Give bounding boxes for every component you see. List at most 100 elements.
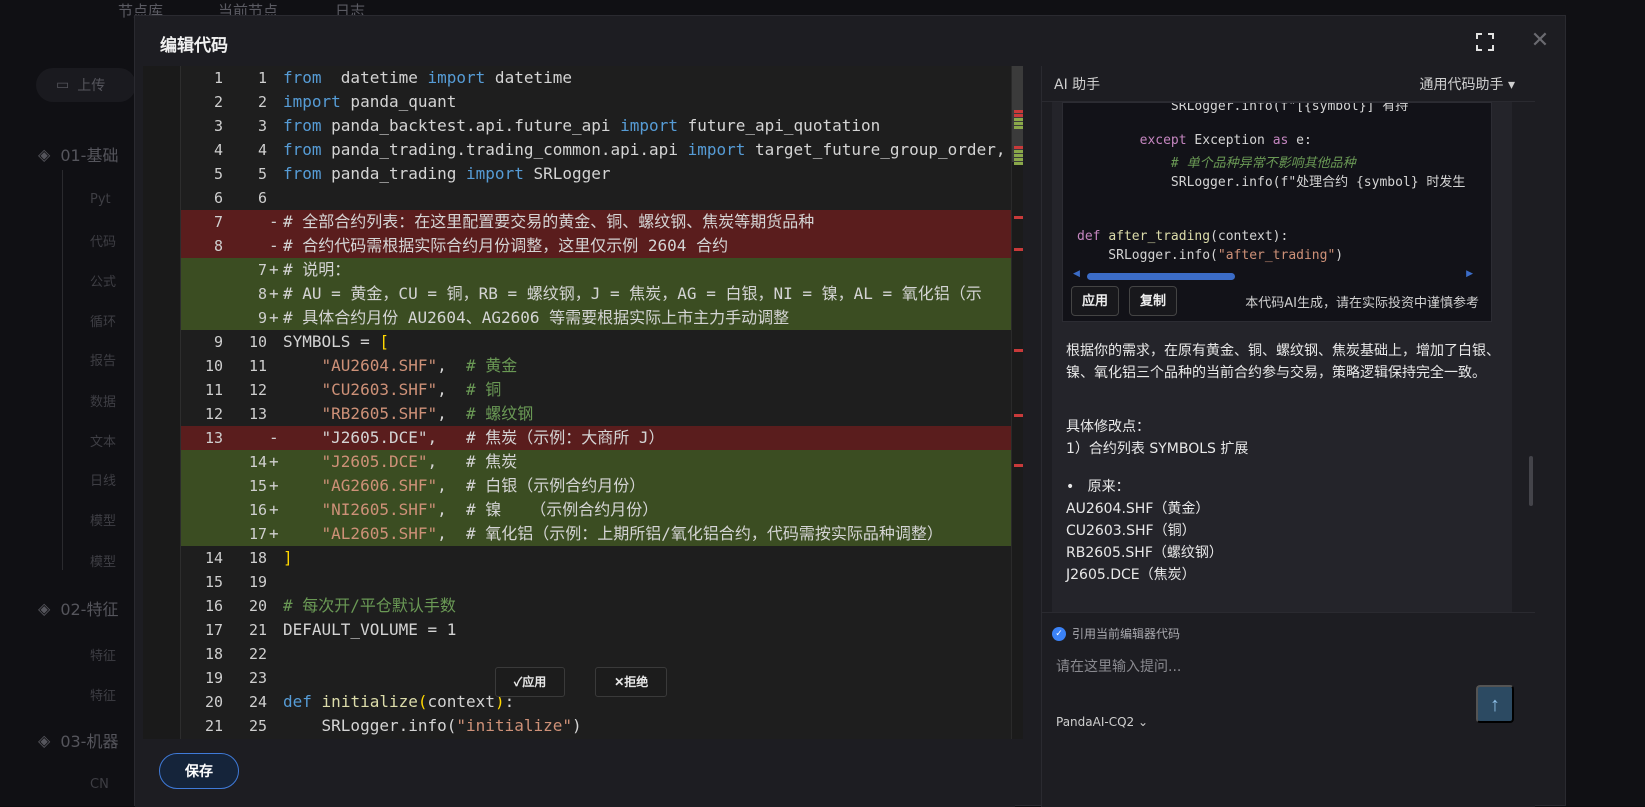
code-editor[interactable]: 1 1 from datetime import datetime 2 2 import … [143, 66, 1023, 739]
code-token: datetime [321, 68, 428, 87]
code-token: # 氧化铝（示例：上期所铝/氧化铝合约，代码需按实际品种调整） [466, 524, 943, 543]
code-line[interactable]: 21 25 SRLogger.info("initialize") [181, 714, 1011, 738]
code-token: import [283, 92, 341, 111]
code-line-added[interactable]: 7 + # 说明： [181, 258, 1011, 282]
snippet-token: e: [1288, 133, 1312, 148]
code-token: [ [379, 332, 389, 351]
code-line[interactable]: 12 13 "RB2605.SHF", # 螺纹钢 [181, 402, 1011, 426]
close-icon[interactable]: ✕ [1529, 30, 1551, 52]
minimap-diff-mark [1014, 162, 1023, 165]
snippet-apply-button[interactable]: 应用 [1071, 286, 1120, 316]
code-text: def initialize(context): [283, 690, 514, 714]
scroll-thumb[interactable] [1087, 273, 1235, 280]
code-token: from [283, 116, 322, 135]
code-line[interactable]: 15 19 [181, 570, 1011, 594]
fullscreen-icon[interactable] [1475, 32, 1495, 52]
code-token: def [283, 692, 312, 711]
ai-response-paragraph: 根据你的需求，在原有黄金、铜、螺纹钢、焦炭基础上，增加了白银、镍、氧化铝三个品种… [1066, 343, 1500, 381]
code-line[interactable]: 11 12 "CU2603.SHF", # 铜 [181, 378, 1011, 402]
code-line-added[interactable]: 9 + # 具体合约月份 AU2604、AG2606 等需要根据实际上市主力手动调整 [181, 306, 1011, 330]
diff-reject-button[interactable]: ✕拒绝 [595, 667, 668, 697]
line-number-modified: 24 [248, 693, 267, 711]
code-line[interactable]: 1 1 from datetime import datetime [181, 66, 1011, 90]
bg-leaf: 代码 [90, 235, 117, 250]
reference-editor-toggle[interactable]: ✓ 引用当前编辑器代码 [1052, 625, 1180, 642]
snippet-token: "after_trading" [1217, 248, 1336, 263]
minimap-diff-mark [1014, 118, 1023, 121]
code-text: SYMBOLS = [ [283, 330, 389, 354]
code-line[interactable]: 4 4 from panda_trading.trading_common.api.… [181, 138, 1023, 162]
code-token: SYMBOLS = [283, 332, 380, 351]
code-token: context [427, 692, 495, 711]
scroll-right-icon[interactable]: ▶ [1466, 269, 1473, 279]
code-line-added[interactable]: 8 + # AU = 黄金，CU = 铜，RB = 螺纹钢，J = 焦炭，AG = … [181, 282, 1011, 306]
code-line[interactable]: 9 10 SYMBOLS = [ [181, 330, 1011, 354]
line-number-original: 15 [204, 573, 223, 591]
code-token: # 合约代码需根据实际合约月份调整，这里仅示例 2604 合约 [283, 236, 729, 255]
bg-leaf: 循环 [90, 315, 117, 330]
minimap-diff-mark [1014, 349, 1023, 352]
line-number-original: 16 [204, 597, 223, 615]
code-token: "NI2605.SHF" [321, 500, 438, 519]
ai-assistant-panel: AI 助手 通用代码助手 ▾ SRLogger.info(f"[{symbol}… [1041, 66, 1535, 807]
code-token: SRLogger.info( [283, 716, 457, 735]
save-button[interactable]: 保存 [159, 753, 239, 789]
ai-original-item: J2605.DCE（焦炭） [1066, 567, 1196, 583]
code-token: datetime [485, 68, 572, 87]
editor-minimap[interactable] [1011, 66, 1023, 739]
snippet-horizontal-scrollbar[interactable]: ◀ ▶ [1073, 269, 1473, 281]
folder-icon: ▭ [56, 77, 70, 93]
line-number-modified: 17 [248, 525, 267, 543]
line-number-original: 21 [204, 717, 223, 735]
code-line[interactable]: 14 18] [181, 546, 1011, 570]
code-line[interactable]: 17 21 DEFAULT_VOLUME = 1 [181, 618, 1011, 642]
code-token: , [437, 524, 467, 543]
code-line[interactable]: 18 22 [181, 642, 1011, 666]
diff-sign: + [269, 260, 279, 279]
send-button[interactable]: ↑ [1476, 685, 1514, 723]
code-line-deleted[interactable]: 8 - # 合约代码需根据实际合约月份调整，这里仅示例 2604 合约 [181, 234, 1011, 258]
diff-sign: + [269, 308, 279, 327]
minimap-diff-mark [1014, 154, 1023, 157]
code-text: DEFAULT_VOLUME = 1 [283, 618, 456, 642]
code-line-deleted[interactable]: 7 - # 全部合约列表：在这里配置要交易的黄金、铜、螺纹钢、焦炭等期货品种 [181, 210, 1011, 234]
line-number-modified: 5 [257, 165, 267, 183]
code-line-added[interactable]: 14 + "J2605.DCE", # 焦炭 [181, 450, 1011, 474]
bg-group-3: ◈ 03-机器 [38, 730, 119, 752]
code-line-added[interactable]: 15 + "AG2606.SHF", # 白银（示例合约月份） [181, 474, 1011, 498]
diff-sign: + [269, 476, 279, 495]
code-line[interactable]: 2 2 import panda_quant [181, 90, 1011, 114]
snippet-token: SRLogger.info(f"处理合约 {symbol} 时发生 [1077, 175, 1466, 190]
ai-conversation[interactable]: SRLogger.info(f"[{symbol}] 有持 except Exc… [1052, 102, 1512, 612]
code-line-deleted[interactable]: 13 - "J2605.DCE", # 焦炭（示例：大商所 J） [181, 426, 1011, 450]
bg-leaf: 公式 [90, 275, 117, 290]
code-token: ] [283, 548, 293, 567]
model-select[interactable]: PandaAI-CQ2 ⌄ [1056, 715, 1148, 729]
snippet-actions: 应用 复制 本代码AI生成，请在实际投资中谨慎参考 [1063, 281, 1491, 321]
code-text: "AG2606.SHF", # 白银（示例合约月份） [283, 474, 646, 498]
code-text: from panda_trading.trading_common.api.ap… [283, 138, 1023, 162]
snippet-token: except [1139, 133, 1187, 148]
minimap-diff-mark [1014, 122, 1023, 125]
diff-apply-button[interactable]: ✓应用 [495, 667, 566, 697]
ai-panel-scrollbar[interactable] [1529, 456, 1533, 506]
scroll-left-icon[interactable]: ◀ [1073, 269, 1080, 279]
ai-mode-dropdown[interactable]: 通用代码助手 ▾ [1420, 74, 1515, 94]
code-line-added[interactable]: 16 + "NI2605.SHF", # 镍 （示例合约月份） [181, 498, 1011, 522]
line-number-original: 13 [204, 429, 223, 447]
minimap-diff-mark [1014, 126, 1023, 129]
code-line[interactable]: 5 5 from panda_trading import SRLogger [181, 162, 1011, 186]
line-number-modified: 25 [248, 717, 267, 735]
code-line[interactable]: 16 20 # 每次开/平仓默认手数 [181, 594, 1011, 618]
line-number-modified: 20 [248, 597, 267, 615]
snippet-copy-button[interactable]: 复制 [1129, 286, 1178, 316]
code-line[interactable]: 3 3 from panda_backtest.api.future_api imp… [181, 114, 1011, 138]
code-line-added[interactable]: 17 + "AL2605.SHF", # 氧化铝（示例：上期所铝/氧化铝合约，代码… [181, 522, 1011, 546]
code-line[interactable]: 66 [181, 186, 1011, 210]
reference-label: 引用当前编辑器代码 [1072, 627, 1181, 641]
code-line[interactable]: 10 11 "AU2604.SHF", # 黄金 [181, 354, 1011, 378]
code-token: # 白银（示例合约月份） [466, 476, 646, 495]
prompt-input[interactable] [1056, 655, 1456, 679]
editor-glyph-margin [143, 66, 181, 739]
